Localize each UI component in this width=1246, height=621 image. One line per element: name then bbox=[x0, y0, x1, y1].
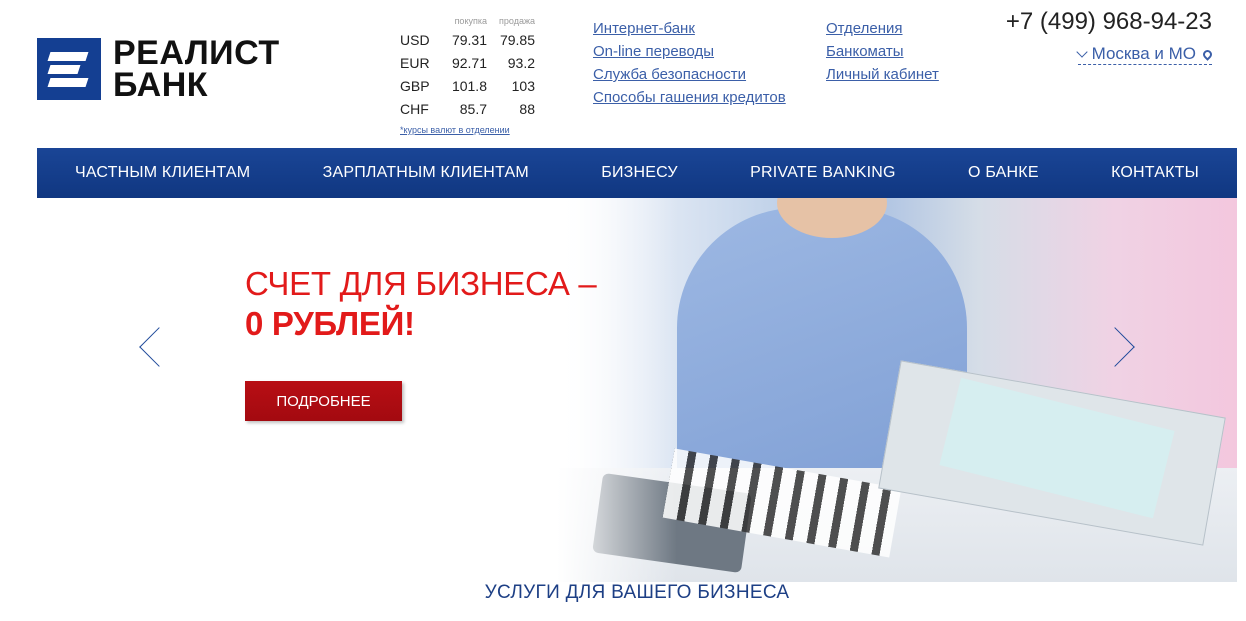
rates-note-link[interactable]: *курсы валют в отделении bbox=[400, 125, 510, 135]
top-links-primary: Интернет-банк On-line переводы Служба бе… bbox=[593, 18, 786, 110]
top-links-secondary: Отделения Банкоматы Личный кабинет bbox=[826, 18, 939, 87]
logo-text: РЕАЛИСТ БАНК bbox=[113, 34, 280, 104]
currency-code: EUR bbox=[400, 54, 430, 71]
logo-line-2: БАНК bbox=[113, 66, 209, 104]
security-service-link[interactable]: Служба безопасности bbox=[593, 64, 786, 87]
slider-prev-arrow-icon[interactable] bbox=[139, 327, 179, 367]
hero-banner: СЧЕТ ДЛЯ БИЗНЕСА – 0 РУБЛЕЙ! ПОДРОБНЕЕ bbox=[37, 198, 1237, 582]
logo-mark-icon bbox=[37, 38, 101, 100]
rates-header: покупка продажа bbox=[400, 16, 535, 28]
nav-business[interactable]: БИЗНЕСУ bbox=[601, 164, 677, 182]
buy-rate: 92.71 bbox=[451, 54, 487, 71]
nav-salary-clients[interactable]: ЗАРПЛАТНЫМ КЛИЕНТАМ bbox=[323, 164, 529, 182]
internet-bank-link[interactable]: Интернет-банк bbox=[593, 18, 786, 41]
personal-account-link[interactable]: Личный кабинет bbox=[826, 64, 939, 87]
nav-about-bank[interactable]: О БАНКЕ bbox=[968, 164, 1039, 182]
hero-photo bbox=[557, 198, 1237, 582]
phone-number[interactable]: +7 (499) 968-94-23 bbox=[1006, 8, 1212, 36]
sell-rate: 88 bbox=[519, 100, 535, 117]
rate-row-gbp: GBP 101.8 103 bbox=[400, 74, 535, 97]
sell-rate: 93.2 bbox=[507, 54, 535, 71]
city-label: Москва и МО bbox=[1091, 44, 1196, 63]
currency-rates: покупка продажа USD 79.31 79.85 EUR 92.7… bbox=[400, 16, 535, 136]
currency-code: USD bbox=[400, 31, 430, 48]
rate-row-chf: CHF 85.7 88 bbox=[400, 97, 535, 120]
hero-title: СЧЕТ ДЛЯ БИЗНЕСА – 0 РУБЛЕЙ! bbox=[245, 264, 597, 344]
hero-title-line-2: 0 РУБЛЕЙ! bbox=[245, 305, 415, 342]
currency-code: CHF bbox=[400, 100, 429, 117]
section-title: УСЛУГИ ДЛЯ ВАШЕГО БИЗНЕСА bbox=[484, 582, 790, 603]
chevron-down-icon bbox=[1075, 46, 1088, 58]
main-nav: ЧАСТНЫМ КЛИЕНТАМ ЗАРПЛАТНЫМ КЛИЕНТАМ БИЗ… bbox=[37, 148, 1237, 198]
loan-repayment-link[interactable]: Способы гашения кредитов bbox=[593, 87, 786, 110]
sell-rate: 103 bbox=[511, 77, 535, 94]
buy-rate: 85.7 bbox=[459, 100, 487, 117]
online-transfers-link[interactable]: On-line переводы bbox=[593, 41, 786, 64]
buy-label: покупка bbox=[454, 16, 487, 26]
nav-contacts[interactable]: КОНТАКТЫ bbox=[1111, 164, 1199, 182]
nav-private-clients[interactable]: ЧАСТНЫМ КЛИЕНТАМ bbox=[75, 164, 250, 182]
hero-title-line-1: СЧЕТ ДЛЯ БИЗНЕСА – bbox=[245, 265, 597, 302]
buy-rate: 101.8 bbox=[451, 77, 487, 94]
atms-link[interactable]: Банкоматы bbox=[826, 41, 939, 64]
logo-line-1: РЕАЛИСТ bbox=[113, 34, 280, 72]
currency-code: GBP bbox=[400, 77, 430, 94]
sell-label: продажа bbox=[499, 16, 535, 26]
branches-link[interactable]: Отделения bbox=[826, 18, 939, 41]
buy-rate: 79.31 bbox=[451, 31, 487, 48]
rate-row-usd: USD 79.31 79.85 bbox=[400, 28, 535, 51]
location-pin-icon bbox=[1201, 47, 1214, 61]
sell-rate: 79.85 bbox=[499, 31, 535, 48]
city-selector[interactable]: Москва и МО bbox=[1075, 44, 1214, 65]
more-details-button[interactable]: ПОДРОБНЕЕ bbox=[245, 381, 402, 421]
bank-logo[interactable]: РЕАЛИСТ БАНК bbox=[37, 34, 280, 104]
rate-row-eur: EUR 92.71 93.2 bbox=[400, 51, 535, 74]
nav-private-banking[interactable]: PRIVATE BANKING bbox=[750, 164, 896, 182]
